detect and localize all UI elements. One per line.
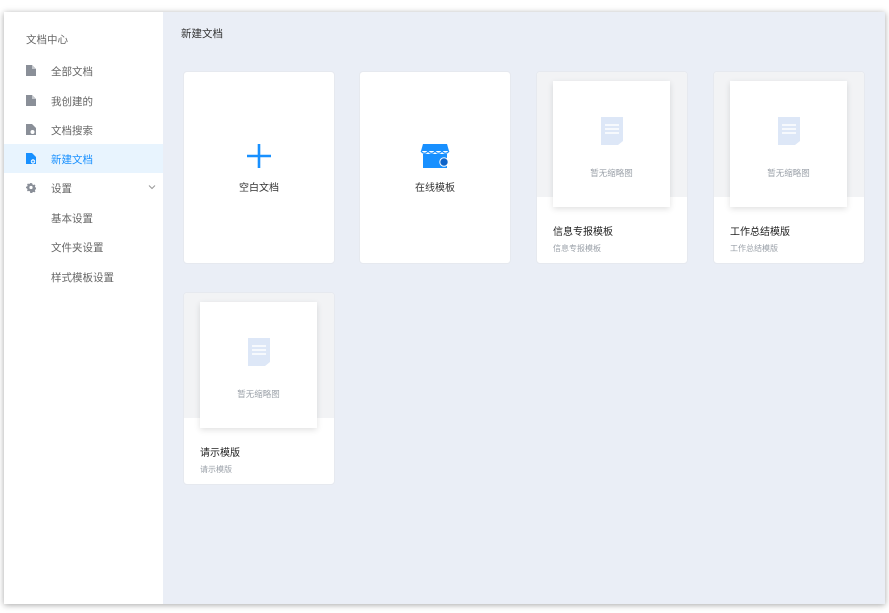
no-thumbnail-text: 暂无缩略图 (237, 390, 280, 400)
sidebar-item-document-search[interactable]: 文档搜索 (4, 115, 163, 144)
document-add-icon (26, 153, 36, 164)
sidebar-subitem-label: 样式模板设置 (51, 272, 114, 284)
sidebar-item-label: 设置 (51, 183, 72, 195)
sidebar-item-my-created[interactable]: 我创建的 (4, 86, 163, 115)
document-placeholder-icon (778, 117, 800, 145)
document-icon (26, 65, 36, 76)
page-title: 新建文档 (181, 28, 223, 40)
app-window: 文档中心 全部文档 我创建的 文档搜索 新建文档 设置 基本设置 文件夹设置 样… (4, 12, 885, 604)
template-name: 信息专报模板 (553, 227, 613, 238)
store-icon (420, 144, 450, 168)
gear-icon (26, 183, 36, 193)
sidebar-item-label: 全部文档 (51, 66, 93, 78)
app-title: 文档中心 (26, 34, 68, 46)
template-thumbnail: 暂无缩略图 (200, 302, 317, 428)
sidebar-item-label: 我创建的 (51, 96, 93, 108)
sidebar-item-label: 新建文档 (51, 154, 93, 166)
template-name: 工作总结模版 (730, 227, 790, 238)
template-card-work-summary[interactable]: 暂无缩略图 工作总结模版 工作总结模版 (713, 71, 865, 264)
plus-icon (247, 144, 271, 168)
document-search-icon (26, 124, 36, 135)
template-card-request[interactable]: 暂无缩略图 请示模版 请示模版 (183, 292, 335, 485)
sidebar-subitem-label: 基本设置 (51, 213, 93, 225)
template-name: 请示模版 (200, 448, 240, 459)
sidebar-subitem-style-template-settings[interactable]: 样式模板设置 (4, 262, 163, 291)
sidebar-item-all-documents[interactable]: 全部文档 (4, 56, 163, 85)
template-thumbnail: 暂无缩略图 (730, 81, 847, 207)
no-thumbnail-text: 暂无缩略图 (590, 169, 633, 179)
sidebar-subitem-basic-settings[interactable]: 基本设置 (4, 203, 163, 232)
main-content: 新建文档 空白文档 在线模板 暂无缩略图 信息专报模板 信息专报模板 暂无缩略图… (163, 12, 885, 604)
sidebar-item-new-document[interactable]: 新建文档 (4, 144, 163, 173)
sidebar-item-settings[interactable]: 设置 (4, 173, 163, 202)
template-description: 请示模版 (200, 465, 232, 474)
template-description: 信息专报模板 (553, 244, 601, 253)
template-card-info-report[interactable]: 暂无缩略图 信息专报模板 信息专报模板 (536, 71, 688, 264)
blank-document-card[interactable]: 空白文档 (183, 71, 335, 264)
document-placeholder-icon (248, 338, 270, 366)
chevron-down-icon (148, 185, 156, 190)
online-template-label: 在线模板 (415, 183, 455, 194)
sidebar: 文档中心 全部文档 我创建的 文档搜索 新建文档 设置 基本设置 文件夹设置 样… (4, 12, 163, 604)
sidebar-subitem-folder-settings[interactable]: 文件夹设置 (4, 232, 163, 261)
template-thumbnail: 暂无缩略图 (553, 81, 670, 207)
sidebar-item-label: 文档搜索 (51, 125, 93, 137)
template-description: 工作总结模版 (730, 244, 778, 253)
sidebar-subitem-label: 文件夹设置 (51, 242, 104, 254)
no-thumbnail-text: 暂无缩略图 (767, 169, 810, 179)
document-icon (26, 95, 36, 106)
blank-document-label: 空白文档 (239, 183, 279, 194)
online-template-card[interactable]: 在线模板 (359, 71, 511, 264)
document-placeholder-icon (601, 117, 623, 145)
